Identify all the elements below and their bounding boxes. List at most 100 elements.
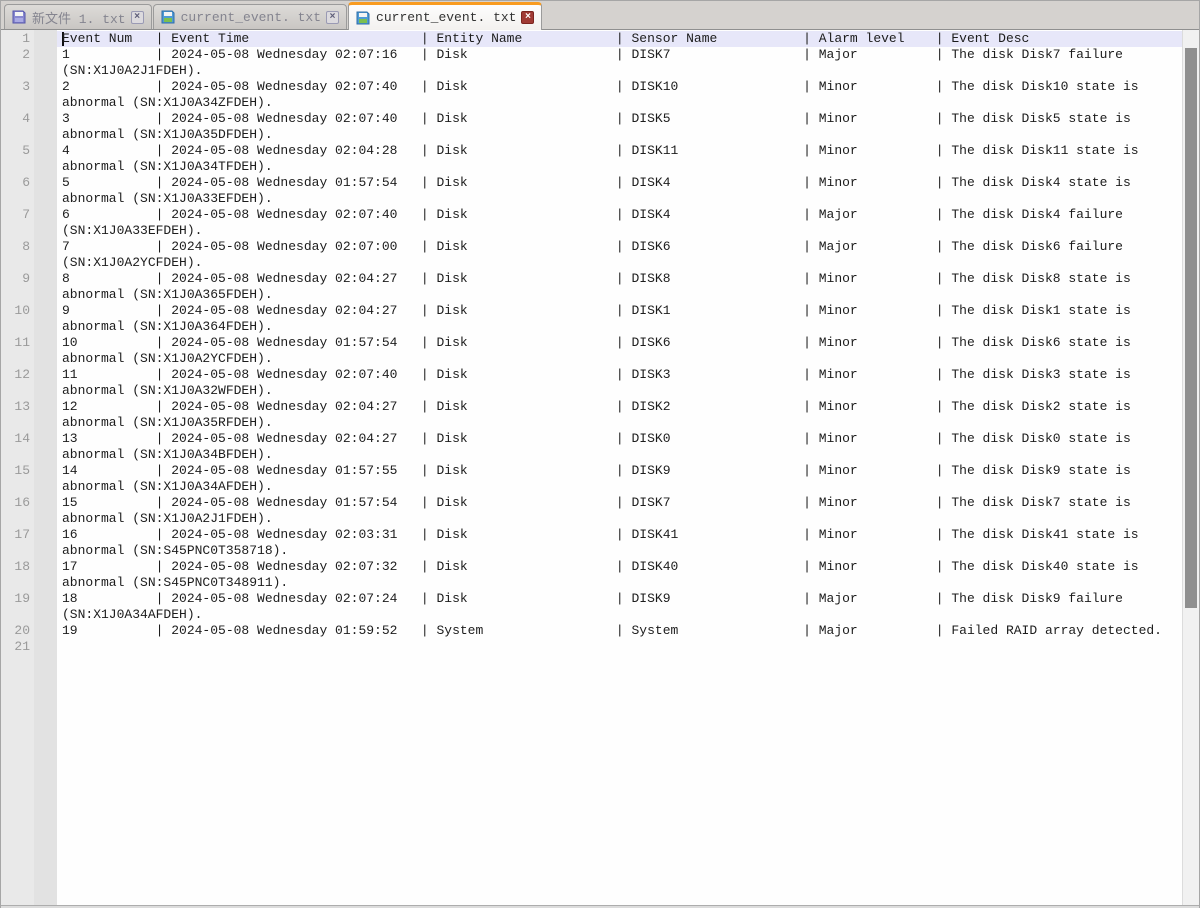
bookmark-margin	[34, 223, 57, 239]
tab-0[interactable]: 新文件 1. txt ×	[4, 4, 152, 29]
editor-line: 15 14 | 2024-05-08 Wednesday 01:57:55 | D…	[1, 463, 1182, 479]
line-text[interactable]: 15 | 2024-05-08 Wednesday 01:57:54 | Dis…	[57, 495, 1182, 511]
line-text[interactable]: 5 | 2024-05-08 Wednesday 01:57:54 | Disk…	[57, 175, 1182, 191]
line-text[interactable]: 4 | 2024-05-08 Wednesday 02:04:28 | Disk…	[57, 143, 1182, 159]
line-text[interactable]: 2 | 2024-05-08 Wednesday 02:07:40 | Disk…	[57, 79, 1182, 95]
line-text[interactable]: abnormal (SN:S45PNC0T348911).	[57, 575, 1182, 591]
tab-label: current_event. txt	[376, 10, 516, 25]
editor-line: 1716 | 2024-05-08 Wednesday 02:03:31 | D…	[1, 527, 1182, 543]
line-text[interactable]: 6 | 2024-05-08 Wednesday 02:07:40 | Disk…	[57, 207, 1182, 223]
line-text[interactable]: Event Num | Event Time | Entity Name | S…	[57, 31, 1182, 47]
editor-line: 4 3 | 2024-05-08 Wednesday 02:07:40 | Dis…	[1, 111, 1182, 127]
line-text[interactable]: 16 | 2024-05-08 Wednesday 02:03:31 | Dis…	[57, 527, 1182, 543]
tab-1[interactable]: current_event. txt ×	[153, 4, 347, 29]
line-text[interactable]: 17 | 2024-05-08 Wednesday 02:07:32 | Dis…	[57, 559, 1182, 575]
scrollbar-thumb[interactable]	[1185, 48, 1197, 608]
line-text[interactable]: (SN:X1J0A34AFDEH).	[57, 607, 1182, 623]
line-text[interactable]: 13 | 2024-05-08 Wednesday 02:04:27 | Dis…	[57, 431, 1182, 447]
line-number	[1, 191, 34, 207]
line-number	[1, 319, 34, 335]
line-text[interactable]: 1 | 2024-05-08 Wednesday 02:07:16 | Disk…	[57, 47, 1182, 63]
line-number: 4	[1, 111, 34, 127]
editor-line: (SN:X1J0A2YCFDEH).	[1, 255, 1182, 271]
line-number: 15	[1, 463, 34, 479]
line-text[interactable]: (SN:X1J0A33EFDEH).	[57, 223, 1182, 239]
line-text[interactable]: 10 | 2024-05-08 Wednesday 01:57:54 | Dis…	[57, 335, 1182, 351]
line-number	[1, 543, 34, 559]
editor-line: (SN:X1J0A34AFDEH).	[1, 607, 1182, 623]
editor-line: 1413 | 2024-05-08 Wednesday 02:04:27 | D…	[1, 431, 1182, 447]
line-number	[1, 63, 34, 79]
line-text[interactable]: 11 | 2024-05-08 Wednesday 02:07:40 | Dis…	[57, 367, 1182, 383]
line-text[interactable]: 18 | 2024-05-08 Wednesday 02:07:24 | Dis…	[57, 591, 1182, 607]
editor-line: abnormal (SN:X1J0A365FDEH).	[1, 287, 1182, 303]
line-text[interactable]: abnormal (SN:X1J0A34BFDEH).	[57, 447, 1182, 463]
line-text[interactable]: abnormal (SN:X1J0A35RFDEH).	[57, 415, 1182, 431]
editor-line: abnormal (SN:X1J0A34AFDEH).	[1, 479, 1182, 495]
line-text[interactable]: abnormal (SN:X1J0A32WFDEH).	[57, 383, 1182, 399]
editor-line: abnormal (SN:S45PNC0T348911).	[1, 575, 1182, 591]
line-text[interactable]: 7 | 2024-05-08 Wednesday 02:07:00 | Disk…	[57, 239, 1182, 255]
line-text[interactable]: abnormal (SN:X1J0A2J1FDEH).	[57, 511, 1182, 527]
bookmark-margin	[34, 367, 57, 383]
close-icon[interactable]: ×	[131, 11, 144, 24]
line-text[interactable]	[57, 639, 1182, 655]
editor-line: 2 1 | 2024-05-08 Wednesday 02:07:16 | Dis…	[1, 47, 1182, 63]
line-text[interactable]: 3 | 2024-05-08 Wednesday 02:07:40 | Disk…	[57, 111, 1182, 127]
line-number	[1, 255, 34, 271]
bookmark-margin	[34, 319, 57, 335]
line-number: 11	[1, 335, 34, 351]
bookmark-margin	[34, 31, 57, 47]
line-text[interactable]: abnormal (SN:X1J0A364FDEH).	[57, 319, 1182, 335]
bookmark-margin	[34, 607, 57, 623]
line-number	[1, 511, 34, 527]
line-number: 6	[1, 175, 34, 191]
line-text[interactable]: abnormal (SN:X1J0A34ZFDEH).	[57, 95, 1182, 111]
line-text[interactable]: 9 | 2024-05-08 Wednesday 02:04:27 | Disk…	[57, 303, 1182, 319]
line-text[interactable]: abnormal (SN:X1J0A34AFDEH).	[57, 479, 1182, 495]
editor-line: 76 | 2024-05-08 Wednesday 02:07:40 | Dis…	[1, 207, 1182, 223]
line-text[interactable]: (SN:X1J0A2J1FDEH).	[57, 63, 1182, 79]
line-text[interactable]: abnormal (SN:S45PNC0T358718).	[57, 543, 1182, 559]
close-icon[interactable]: ×	[326, 11, 339, 24]
line-text[interactable]: abnormal (SN:X1J0A365FDEH).	[57, 287, 1182, 303]
tab-label: current_event. txt	[181, 10, 321, 25]
editor-line: 2019 | 2024-05-08 Wednesday 01:59:52 | S…	[1, 623, 1182, 639]
line-number	[1, 447, 34, 463]
bookmark-margin	[34, 191, 57, 207]
line-number: 9	[1, 271, 34, 287]
text-editor[interactable]: 1Event Num | Event Time | Entity Name | …	[1, 30, 1182, 905]
line-text[interactable]: abnormal (SN:X1J0A34TFDEH).	[57, 159, 1182, 175]
close-icon[interactable]: ×	[521, 11, 534, 24]
vertical-scrollbar[interactable]	[1182, 30, 1199, 905]
editor-window: 新文件 1. txt×current_event. txt×current_ev…	[0, 0, 1200, 908]
line-text[interactable]: 12 | 2024-05-08 Wednesday 02:04:27 | Dis…	[57, 399, 1182, 415]
bookmark-margin	[34, 63, 57, 79]
line-number: 19	[1, 591, 34, 607]
line-text[interactable]: abnormal (SN:X1J0A33EFDEH).	[57, 191, 1182, 207]
line-number	[1, 127, 34, 143]
floppy-disk-purple-icon	[11, 9, 27, 25]
line-number	[1, 351, 34, 367]
line-number: 2	[1, 47, 34, 63]
line-text[interactable]: 19 | 2024-05-08 Wednesday 01:59:52 | Sys…	[57, 623, 1182, 639]
line-number	[1, 223, 34, 239]
editor-rows: 1Event Num | Event Time | Entity Name | …	[1, 31, 1182, 655]
tab-label: 新文件 1. txt	[32, 8, 126, 27]
bookmark-margin	[34, 239, 57, 255]
bookmark-margin	[34, 287, 57, 303]
line-text[interactable]: 14 | 2024-05-08 Wednesday 01:57:55 | Dis…	[57, 463, 1182, 479]
editor-line: abnormal (SN:X1J0A2J1FDEH).	[1, 511, 1182, 527]
editor-line: abnormal (SN:X1J0A34ZFDEH).	[1, 95, 1182, 111]
editor-line: abnormal (SN:X1J0A35RFDEH).	[1, 415, 1182, 431]
bookmark-margin	[34, 495, 57, 511]
line-text[interactable]: abnormal (SN:X1J0A35DFDEH).	[57, 127, 1182, 143]
line-number: 21	[1, 639, 34, 655]
line-text[interactable]: abnormal (SN:X1J0A2YCFDEH).	[57, 351, 1182, 367]
line-text[interactable]: 8 | 2024-05-08 Wednesday 02:04:27 | Disk…	[57, 271, 1182, 287]
line-number: 18	[1, 559, 34, 575]
bookmark-margin	[34, 143, 57, 159]
bookmark-margin	[34, 447, 57, 463]
tab-2-active[interactable]: current_event. txt ×	[348, 2, 542, 30]
line-text[interactable]: (SN:X1J0A2YCFDEH).	[57, 255, 1182, 271]
